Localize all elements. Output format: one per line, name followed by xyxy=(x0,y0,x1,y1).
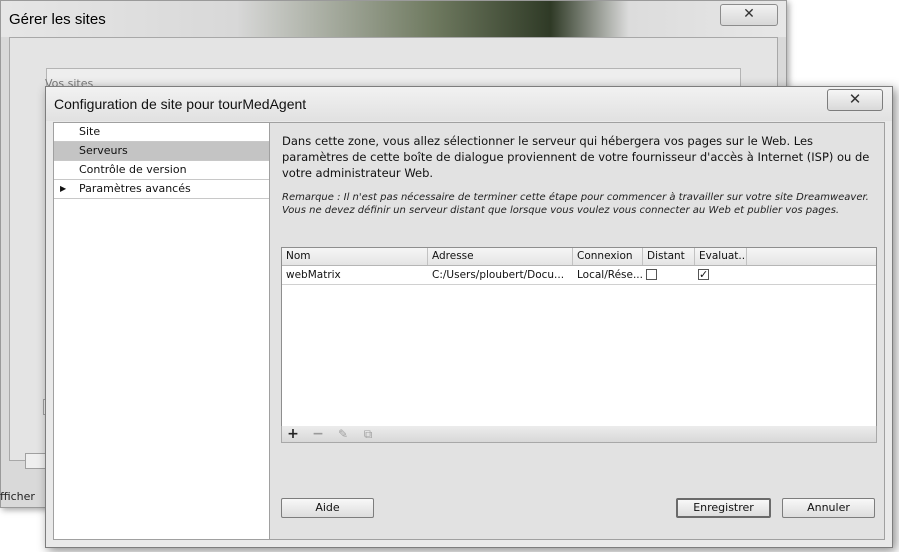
edit-server-icon[interactable]: ✎ xyxy=(334,426,352,442)
dialog-body: Site Serveurs Contrôle de version ▶ Para… xyxy=(53,122,885,540)
dialog-title: Configuration de site pour tourMedAgent xyxy=(54,96,307,112)
sidebar-item-label: Paramètres avancés xyxy=(79,182,191,195)
sidebar-item-label: Contrôle de version xyxy=(79,163,187,176)
add-server-icon[interactable]: + xyxy=(284,426,302,442)
sidebar-item-label: Site xyxy=(79,125,101,138)
column-header-nom[interactable]: Nom xyxy=(282,248,428,265)
column-header-evaluation[interactable]: Evaluat... xyxy=(695,248,747,265)
sidebar-item-site[interactable]: Site xyxy=(54,123,269,142)
cell-connexion: Local/Rése... xyxy=(577,269,643,281)
column-header-distant[interactable]: Distant xyxy=(643,248,695,265)
servers-content: Dans cette zone, vous allez sélectionner… xyxy=(270,123,884,539)
dialog-titlebar: Configuration de site pour tourMedAgent … xyxy=(46,87,892,121)
remote-checkbox[interactable] xyxy=(646,269,657,280)
category-sidebar: Site Serveurs Contrôle de version ▶ Para… xyxy=(54,123,270,539)
column-header-adresse[interactable]: Adresse xyxy=(428,248,573,265)
help-button[interactable]: Aide xyxy=(281,498,374,518)
cell-adresse: C:/Users/ploubert/Docu... xyxy=(432,269,565,281)
cell-nom: webMatrix xyxy=(286,269,341,281)
sidebar-item-version-control[interactable]: Contrôle de version xyxy=(54,161,269,180)
sidebar-item-label: Serveurs xyxy=(79,144,128,157)
dialog-close-button[interactable]: ✕ xyxy=(827,89,883,111)
remove-server-icon[interactable]: − xyxy=(309,426,327,442)
column-header-connexion[interactable]: Connexion xyxy=(573,248,643,265)
close-icon: ✕ xyxy=(848,90,862,108)
table-row[interactable]: webMatrix C:/Users/ploubert/Docu... Loca… xyxy=(282,266,876,285)
manage-sites-close-button[interactable]: ✕ xyxy=(720,4,778,26)
servers-table: Nom Adresse Connexion Distant Evaluat...… xyxy=(281,247,877,427)
sidebar-item-serveurs[interactable]: Serveurs xyxy=(54,142,269,161)
table-header: Nom Adresse Connexion Distant Evaluat... xyxy=(282,248,876,266)
close-icon: ✕ xyxy=(743,6,755,22)
site-config-dialog: Configuration de site pour tourMedAgent … xyxy=(45,86,893,548)
servers-description: Dans cette zone, vous allez sélectionner… xyxy=(282,134,870,180)
cancel-button[interactable]: Annuler xyxy=(782,498,875,518)
duplicate-server-icon[interactable]: ⧉ xyxy=(359,426,377,442)
manage-sites-title: Gérer les sites xyxy=(9,11,106,28)
checkmark-icon: ✓ xyxy=(699,268,709,281)
save-button[interactable]: Enregistrer xyxy=(676,498,771,518)
sidebar-item-advanced-settings[interactable]: ▶ Paramètres avancés xyxy=(54,180,269,199)
expand-arrow-icon[interactable]: ▶ xyxy=(60,180,66,198)
afficher-label: fficher xyxy=(0,490,35,503)
testing-checkbox[interactable]: ✓ xyxy=(698,269,709,280)
servers-toolbar: + − ✎ ⧉ xyxy=(281,426,877,443)
servers-note: Remarque : Il n'est pas nécessaire de te… xyxy=(282,192,869,216)
manage-sites-titlebar: Gérer les sites ✕ xyxy=(1,1,786,37)
